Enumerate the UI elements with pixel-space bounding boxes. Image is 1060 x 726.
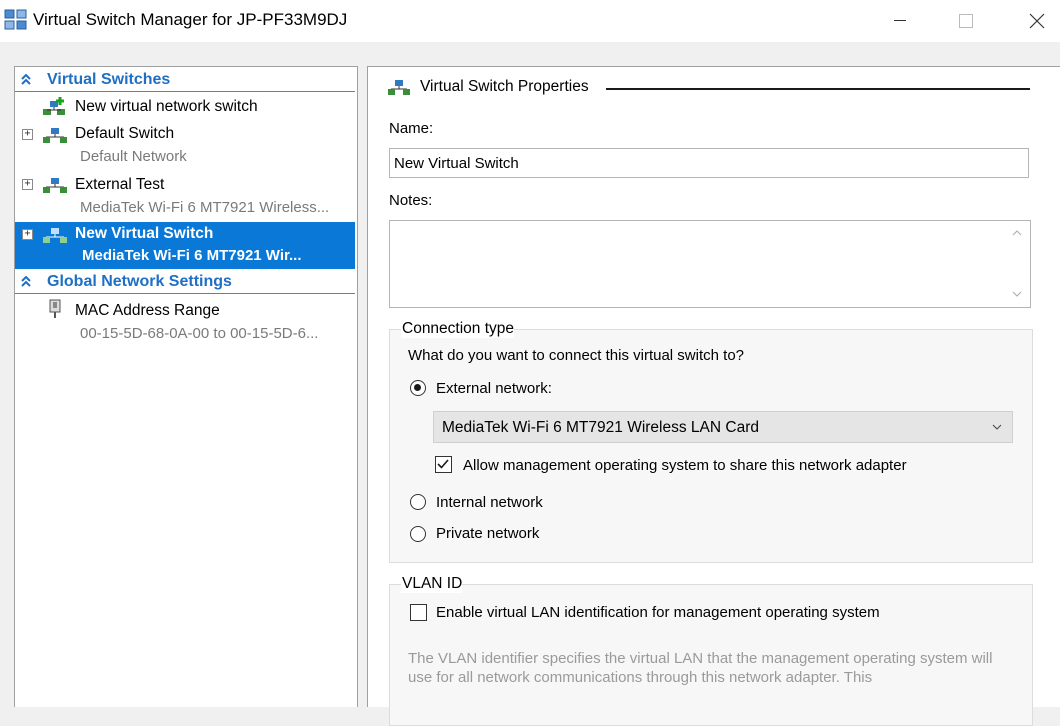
tree-item-subtitle: MediaTek Wi-Fi 6 MT7921 Wireless... xyxy=(80,199,330,216)
tree-item-label: MAC Address Range xyxy=(75,302,220,319)
notes-scrollbar[interactable] xyxy=(1004,221,1030,307)
tree-item-subtitle: Default Network xyxy=(80,148,187,165)
expand-icon[interactable]: + xyxy=(22,179,33,190)
section-label: Virtual Switches xyxy=(47,71,171,88)
close-button[interactable] xyxy=(1014,0,1060,42)
tree-item-new-switch[interactable]: New virtual network switch xyxy=(15,95,355,119)
maximize-icon xyxy=(959,14,973,28)
tree-item-label: External Test xyxy=(75,176,165,193)
tree-item-default-switch[interactable]: + Default Switch Default Network xyxy=(15,122,355,170)
properties-title: Virtual Switch Properties xyxy=(420,78,589,95)
private-network-label[interactable]: Private network xyxy=(436,525,539,542)
private-network-radio[interactable] xyxy=(410,526,426,542)
name-field[interactable]: New Virtual Switch xyxy=(389,148,1029,178)
global-network-settings-header[interactable]: Global Network Settings xyxy=(15,271,355,294)
scroll-down-icon[interactable] xyxy=(1012,291,1022,297)
collapse-chevron-icon xyxy=(21,275,31,287)
network-adapter-icon xyxy=(49,299,61,318)
expand-icon[interactable]: + xyxy=(22,129,33,140)
tree-item-new-virtual-switch[interactable]: + New Virtual Switch MediaTek Wi-Fi 6 MT… xyxy=(15,222,355,269)
checkmark-icon xyxy=(437,459,449,469)
collapse-chevron-icon xyxy=(21,73,31,85)
network-switch-icon xyxy=(388,80,410,95)
close-icon xyxy=(1029,13,1045,29)
internal-network-label[interactable]: Internal network xyxy=(436,494,543,511)
enable-vlan-label[interactable]: Enable virtual LAN identification for ma… xyxy=(436,604,880,621)
properties-panel: Virtual Switch Properties Name: New Virt… xyxy=(367,66,1060,726)
virtual-switch-manager-icon xyxy=(4,9,27,30)
chevron-down-icon xyxy=(992,424,1002,430)
scroll-up-icon[interactable] xyxy=(1012,230,1022,236)
vlan-help-text: The VLAN identifier specifies the virtua… xyxy=(408,650,993,686)
title-divider xyxy=(606,88,1030,90)
minimize-button[interactable] xyxy=(877,0,923,42)
section-label: Global Network Settings xyxy=(47,273,232,290)
tree-item-subtitle: MediaTek Wi-Fi 6 MT7921 Wir... xyxy=(82,247,302,264)
maximize-button[interactable] xyxy=(943,0,989,42)
network-switch-icon xyxy=(43,178,67,193)
tree-item-mac-address-range[interactable]: MAC Address Range 00-15-5D-68-0A-00 to 0… xyxy=(15,297,355,345)
allow-management-checkbox[interactable] xyxy=(435,456,452,473)
virtual-switches-header[interactable]: Virtual Switches xyxy=(15,69,355,92)
external-network-radio[interactable] xyxy=(410,380,426,396)
network-adapter-dropdown[interactable]: MediaTek Wi-Fi 6 MT7921 Wireless LAN Car… xyxy=(433,411,1013,443)
switch-tree-panel: Virtual Switches New virtual network swi… xyxy=(14,66,358,707)
expand-icon[interactable]: + xyxy=(22,229,33,240)
connection-type-title: Connection type xyxy=(401,320,515,338)
minimize-icon xyxy=(894,20,906,21)
enable-vlan-checkbox[interactable] xyxy=(410,604,427,621)
tree-item-external-test[interactable]: + External Test MediaTek Wi-Fi 6 MT7921 … xyxy=(15,172,355,220)
window-title: Virtual Switch Manager for JP-PF33M9DJ xyxy=(33,10,348,29)
tree-item-subtitle: 00-15-5D-68-0A-00 to 00-15-5D-6... xyxy=(80,325,319,342)
internal-network-radio[interactable] xyxy=(410,494,426,510)
vlan-title: VLAN ID xyxy=(401,575,463,593)
network-switch-icon xyxy=(43,128,67,143)
tree-item-label: New Virtual Switch xyxy=(75,225,214,242)
notes-textarea[interactable] xyxy=(389,220,1031,308)
name-label: Name: xyxy=(389,120,434,137)
title-bar: Virtual Switch Manager for JP-PF33M9DJ xyxy=(0,0,1060,42)
network-switch-icon xyxy=(43,228,67,243)
external-network-label[interactable]: External network: xyxy=(436,380,552,397)
new-network-switch-icon xyxy=(43,97,65,115)
tree-item-label: Default Switch xyxy=(75,125,175,142)
notes-label: Notes: xyxy=(389,192,433,209)
dropdown-value: MediaTek Wi-Fi 6 MT7921 Wireless LAN Car… xyxy=(442,419,759,436)
tree-item-label: New virtual network switch xyxy=(75,98,258,115)
allow-management-label[interactable]: Allow management operating system to sha… xyxy=(463,457,907,474)
connection-question: What do you want to connect this virtual… xyxy=(408,347,744,364)
